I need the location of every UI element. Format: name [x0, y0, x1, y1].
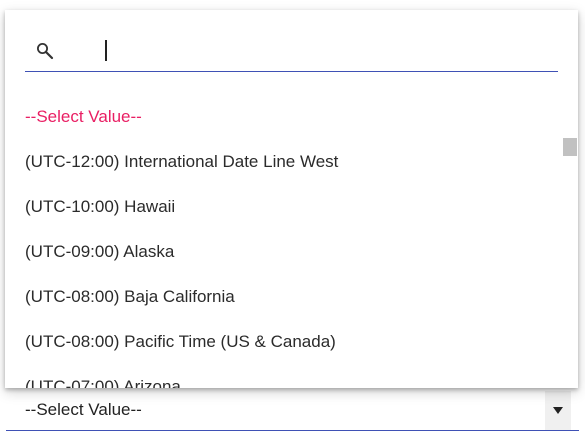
page: --Select Value-- --Select Value-- (UTC-1… [0, 0, 585, 439]
dropdown-arrow-icon[interactable] [545, 391, 571, 430]
option-utc-10-hawaii[interactable]: (UTC-10:00) Hawaii [5, 184, 560, 229]
timezone-select[interactable]: --Select Value-- [6, 391, 579, 431]
option-select-value[interactable]: --Select Value-- [5, 94, 560, 139]
select-value: --Select Value-- [25, 400, 142, 419]
search-input[interactable] [81, 36, 521, 64]
options-list: --Select Value-- (UTC-12:00) Internation… [5, 94, 560, 388]
text-cursor [105, 40, 107, 61]
search-box[interactable] [25, 30, 558, 72]
option-utc-08-pacific-time[interactable]: (UTC-08:00) Pacific Time (US & Canada) [5, 319, 560, 364]
dropdown-panel: --Select Value-- (UTC-12:00) Internation… [5, 10, 578, 388]
option-utc-09-alaska[interactable]: (UTC-09:00) Alaska [5, 229, 560, 274]
option-utc-08-baja-california[interactable]: (UTC-08:00) Baja California [5, 274, 560, 319]
scrollbar-thumb[interactable] [563, 138, 577, 156]
search-icon [37, 43, 54, 60]
option-utc-12-international-date-line-west[interactable]: (UTC-12:00) International Date Line West [5, 139, 560, 184]
options-scrollbar[interactable] [562, 136, 578, 388]
option-utc-07-arizona[interactable]: (UTC-07:00) Arizona [5, 364, 560, 388]
